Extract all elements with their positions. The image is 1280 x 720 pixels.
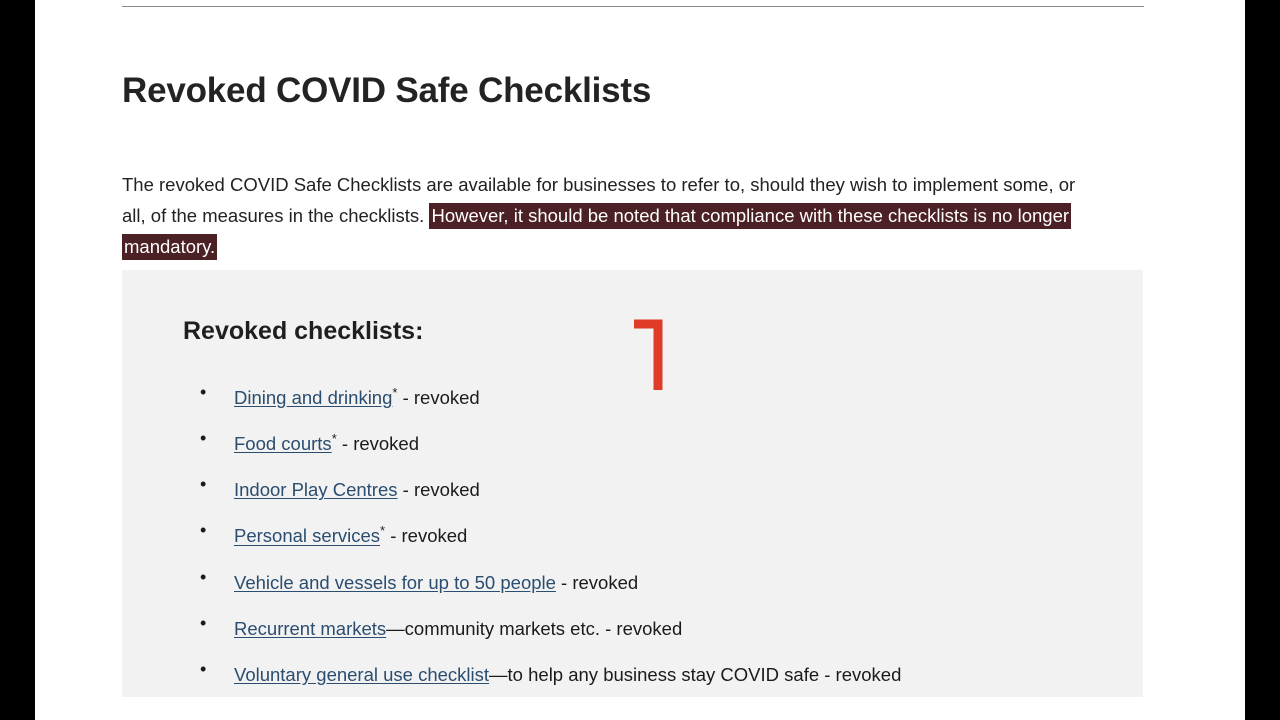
list-item-suffix: - revoked <box>397 387 480 409</box>
checklist-link-voluntary-general-use[interactable]: Voluntary general use checklist <box>234 664 489 685</box>
checklist-link-food-courts[interactable]: Food courts <box>234 433 332 454</box>
page-title: Revoked COVID Safe Checklists <box>122 71 652 110</box>
revoked-checklists-panel: Revoked checklists: Dining and drinking*… <box>122 270 1143 697</box>
letterboxed-frame: Revoked COVID Safe Checklists The revoke… <box>0 0 1280 720</box>
list-item: Vehicle and vessels for up to 50 people … <box>200 566 1100 594</box>
list-item-suffix: —community markets etc. - revoked <box>386 617 683 639</box>
top-divider-rule <box>122 6 1144 7</box>
list-item: Indoor Play Centres - revoked <box>200 473 1100 501</box>
list-item: Dining and drinking* - revoked <box>200 381 1100 409</box>
list-item: Food courts* - revoked <box>200 427 1100 455</box>
checklist-link-recurrent-markets[interactable]: Recurrent markets <box>234 618 386 639</box>
checklist-link-dining-and-drinking[interactable]: Dining and drinking <box>234 387 392 408</box>
list-item: Voluntary general use checklist—to help … <box>200 658 1100 686</box>
checklist-list: Dining and drinking* - revoked Food cour… <box>200 381 1100 705</box>
panel-heading: Revoked checklists: <box>183 317 424 345</box>
list-item-suffix: - revoked <box>385 525 468 547</box>
page-canvas: Revoked COVID Safe Checklists The revoke… <box>35 0 1245 720</box>
checklist-link-vehicle-and-vessels[interactable]: Vehicle and vessels for up to 50 people <box>234 572 556 593</box>
list-item-suffix: - revoked <box>555 571 639 593</box>
list-item-suffix: - revoked <box>336 433 420 455</box>
checklist-link-indoor-play-centres[interactable]: Indoor Play Centres <box>234 479 398 500</box>
list-item: Recurrent markets—community markets etc.… <box>200 612 1100 640</box>
list-item: Personal services* - revoked <box>200 519 1100 547</box>
intro-paragraph: The revoked COVID Safe Checklists are av… <box>122 169 1102 262</box>
list-item-suffix: —to help any business stay COVID safe - … <box>489 664 902 686</box>
list-item-suffix: - revoked <box>397 479 480 501</box>
checklist-link-personal-services[interactable]: Personal services <box>234 526 380 547</box>
